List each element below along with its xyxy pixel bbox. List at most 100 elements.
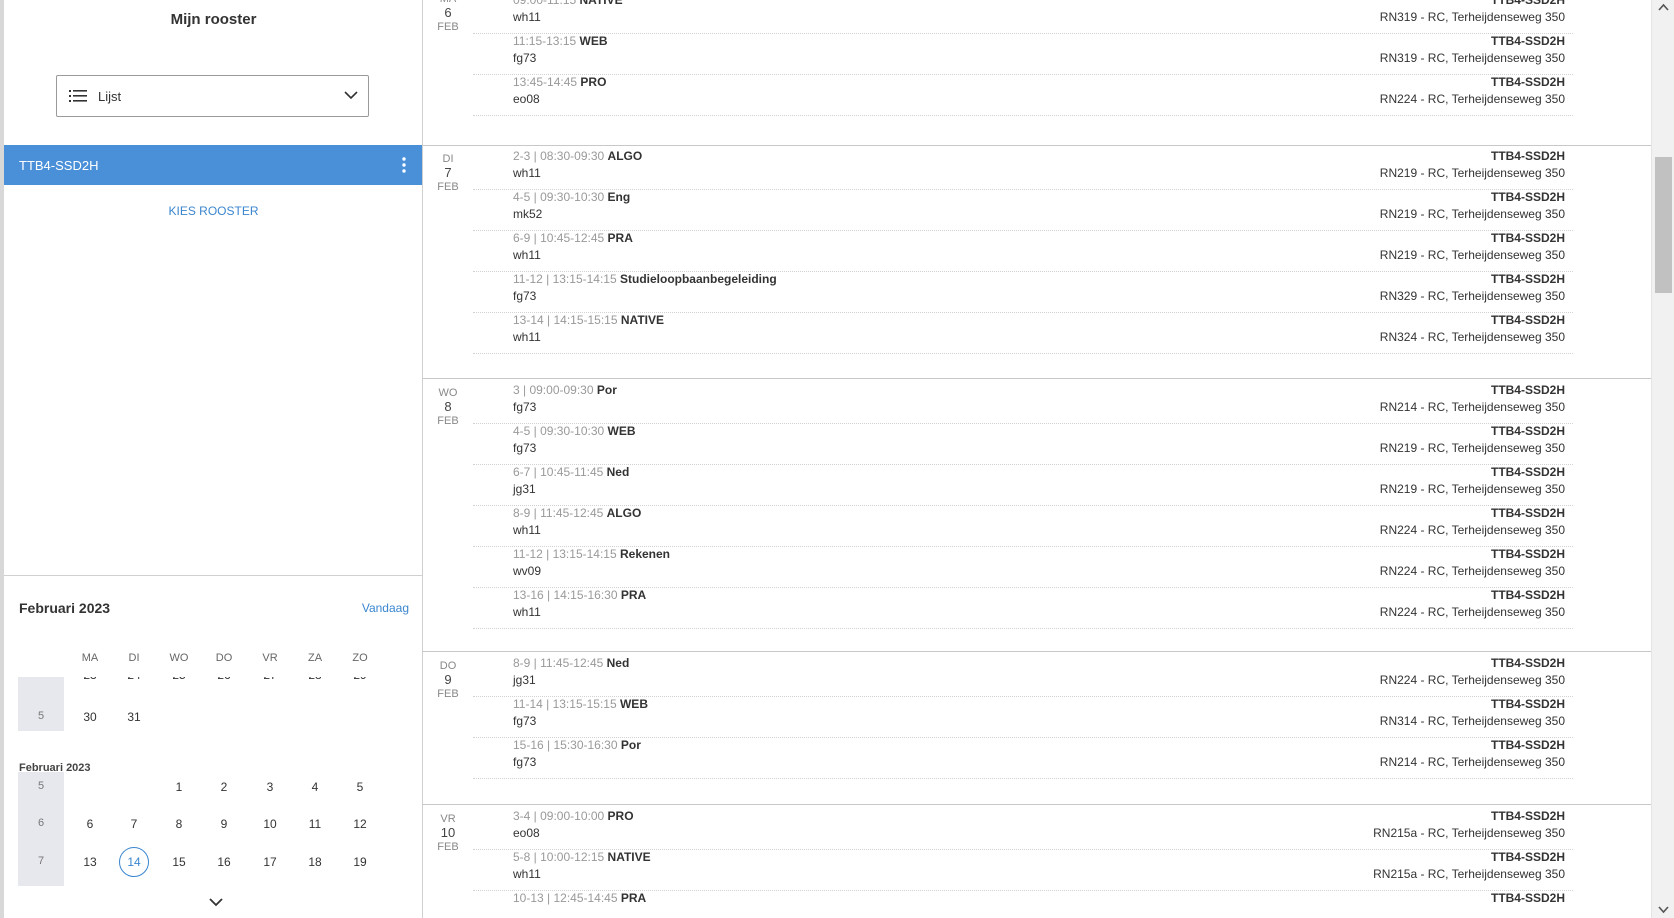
schedule-event[interactable]: 3 | 09:00-09:30 Por fg73 TTB4-SSD2H RN214 -… [473,383,1573,424]
event-time-line: 11-12 | 13:15-14:15 Rekenen [513,547,670,561]
calendar-day[interactable]: 19 [340,855,380,869]
event-room: RN215a - RC, Terheijdenseweg 350 [1373,826,1565,840]
event-room: RN214 - RC, Terheijdenseweg 350 [1379,755,1565,769]
event-room: RN215a - RC, Terheijdenseweg 350 [1373,867,1565,881]
day-label: VR 10 FEB [423,813,473,853]
calendar-day[interactable]: 26 [204,677,244,682]
calendar-day[interactable]: 24 [114,677,154,682]
calendar-day[interactable]: 7 [114,817,154,831]
event-group: TTB4-SSD2H [1490,738,1565,752]
schedule-event[interactable]: 4-5 | 09:30-10:30 WEB fg73 TTB4-SSD2H RN219… [473,424,1573,465]
schedule-event[interactable]: 13-14 | 14:15-15:15 NATIVE wh11 TTB4-SSD2H… [473,313,1573,354]
event-subject: Studieloopbaanbegeleiding [619,272,777,286]
day-date: 10 [440,825,456,840]
event-room: RN219 - RC, Terheijdenseweg 350 [1379,248,1565,262]
schedule-event[interactable]: 11-14 | 13:15-15:15 WEB fg73 TTB4-SSD2H RN3… [473,697,1573,738]
schedule-event[interactable]: 8-9 | 11:45-12:45 Ned jg31 TTB4-SSD2H RN224… [473,656,1573,697]
calendar-day[interactable]: 5 [340,780,380,794]
event-time-line: 3 | 09:00-09:30 Por [513,383,617,397]
scrollbar-thumb[interactable] [1655,157,1672,293]
sidebar-title: Mijn rooster [170,11,257,28]
event-time: 3-4 | 09:00-10:00 [513,809,605,823]
event-subject: PRA [607,231,633,245]
schedule-event[interactable]: 11:15-13:15 WEB fg73 TTB4-SSD2H RN319 - RC,… [473,34,1573,75]
event-time-line: 11:15-13:15 WEB [513,34,608,48]
schedule-event[interactable]: 13:45-14:45 PRO eo08 TTB4-SSD2H RN224 - RC,… [473,75,1573,116]
month-label: Februari 2023 [19,762,91,774]
calendar-day[interactable]: 1 [159,780,199,794]
calendar-day[interactable]: 3 [250,780,290,794]
schedule-event[interactable]: 10-13 | 12:45-14:45 PRA TTB4-SSD2H [473,891,1573,918]
calendar-day[interactable]: 14 [114,855,154,869]
schedule-event[interactable]: 15-16 | 15:30-16:30 Por fg73 TTB4-SSD2H RN2… [473,738,1573,779]
scrollbar[interactable] [1651,0,1674,918]
schedule-event[interactable]: 5-8 | 10:00-12:15 NATIVE wh11 TTB4-SSD2H RN… [473,850,1573,891]
schedule-event[interactable]: 13-16 | 14:15-16:30 PRA wh11 TTB4-SSD2H RN2… [473,588,1573,629]
schedule-event[interactable]: 11-12 | 13:15-14:15 Rekenen wv09 TTB4-SSD2… [473,547,1573,588]
schedule-event[interactable]: 3-4 | 09:00-10:00 PRO eo08 TTB4-SSD2H RN215… [473,809,1573,850]
calendar-day[interactable]: 17 [250,855,290,869]
event-room: RN224 - RC, Terheijdenseweg 350 [1379,523,1565,537]
calendar-day[interactable]: 23 [70,677,110,682]
calendar-day[interactable]: 29 [340,677,380,682]
event-time-line: 11-14 | 13:15-15:15 WEB [513,697,648,711]
calendar-day[interactable]: 11 [295,817,335,831]
calendar-day[interactable]: 25 [159,677,199,682]
calendar-day[interactable]: 2 [204,780,244,794]
event-room: RN219 - RC, Terheijdenseweg 350 [1379,441,1565,455]
calendar-day[interactable]: 6 [70,817,110,831]
calendar-day[interactable]: 4 [295,780,335,794]
calendar-day[interactable]: 9 [204,817,244,831]
schedule-event[interactable]: 6-9 | 10:45-12:45 PRA wh11 TTB4-SSD2H RN219… [473,231,1573,272]
choose-schedule-link[interactable]: KIES ROOSTER [4,204,423,218]
calendar-day[interactable]: 8 [159,817,199,831]
schedule-event[interactable]: 11-12 | 13:15-14:15 Studieloopbaanbegele… [473,272,1573,313]
schedule-list: MA6FEB 09:00-11:15 NATIVE wh11 TTB4-SSD2H RN… [423,0,1651,918]
event-time-line: 4-5 | 09:30-10:30 Eng [513,190,630,204]
schedule-event[interactable]: 09:00-11:15 NATIVE wh11 TTB4-SSD2H RN319 - … [473,0,1573,34]
schedule-event[interactable]: 8-9 | 11:45-12:45 ALGO wh11 TTB4-SSD2H RN22… [473,506,1573,547]
event-teacher: fg73 [513,51,537,65]
schedule-event[interactable]: 4-5 | 09:30-10:30 Eng mk52 TTB4-SSD2H RN219… [473,190,1573,231]
calendar-day[interactable]: 10 [250,817,290,831]
schedule-event[interactable]: 2-3 | 08:30-09:30 ALGO wh11 TTB4-SSD2H RN21… [473,149,1573,190]
event-group: TTB4-SSD2H [1490,0,1565,7]
today-button[interactable]: Vandaag [362,601,409,615]
schedule-item-ttb4-ssd2h[interactable]: TTB4-SSD2H [4,145,422,185]
schedule-event[interactable]: 6-7 | 10:45-11:45 Ned jg31 TTB4-SSD2H RN219… [473,465,1573,506]
calendar-day[interactable]: 27 [250,677,290,682]
more-vertical-icon[interactable] [402,157,406,173]
scroll-down-arrow-icon[interactable] [1658,906,1669,914]
event-time-line: 6-9 | 10:45-12:45 PRA [513,231,633,245]
event-time: 5-8 | 10:00-12:15 [513,850,605,864]
event-room: RN329 - RC, Terheijdenseweg 350 [1379,289,1565,303]
event-room: RN219 - RC, Terheijdenseweg 350 [1379,166,1565,180]
week-column [18,677,64,731]
calendar-day[interactable]: 28 [295,677,335,682]
event-room: RN224 - RC, Terheijdenseweg 350 [1379,673,1565,687]
event-teacher: wh11 [513,867,541,881]
calendar-day[interactable]: 13 [70,855,110,869]
chevron-down-icon[interactable] [208,897,224,907]
event-time-line: 6-7 | 10:45-11:45 Ned [513,465,629,479]
view-mode-select[interactable]: Lijst [56,75,369,117]
event-subject: WEB [607,424,636,438]
event-teacher: fg73 [513,755,537,769]
scroll-up-arrow-icon[interactable] [1658,3,1669,11]
calendar-day[interactable]: 18 [295,855,335,869]
day-weekday: VR [440,813,456,825]
day-date: 7 [444,165,452,180]
event-time: 4-5 | 09:30-10:30 [513,424,605,438]
event-group: TTB4-SSD2H [1490,231,1565,245]
event-time: 10-13 | 12:45-14:45 [513,891,618,905]
calendar-title: Februari 2023 [19,600,111,616]
calendar-day[interactable]: 30 [70,710,110,724]
event-room: RN224 - RC, Terheijdenseweg 350 [1379,564,1565,578]
calendar-day[interactable]: 31 [114,710,154,724]
event-time: 2-3 | 08:30-09:30 [513,149,605,163]
calendar-day[interactable]: 15 [159,855,199,869]
event-teacher: wh11 [513,605,541,619]
calendar-day[interactable]: 12 [340,817,380,831]
event-group: TTB4-SSD2H [1490,190,1565,204]
calendar-day[interactable]: 16 [204,855,244,869]
